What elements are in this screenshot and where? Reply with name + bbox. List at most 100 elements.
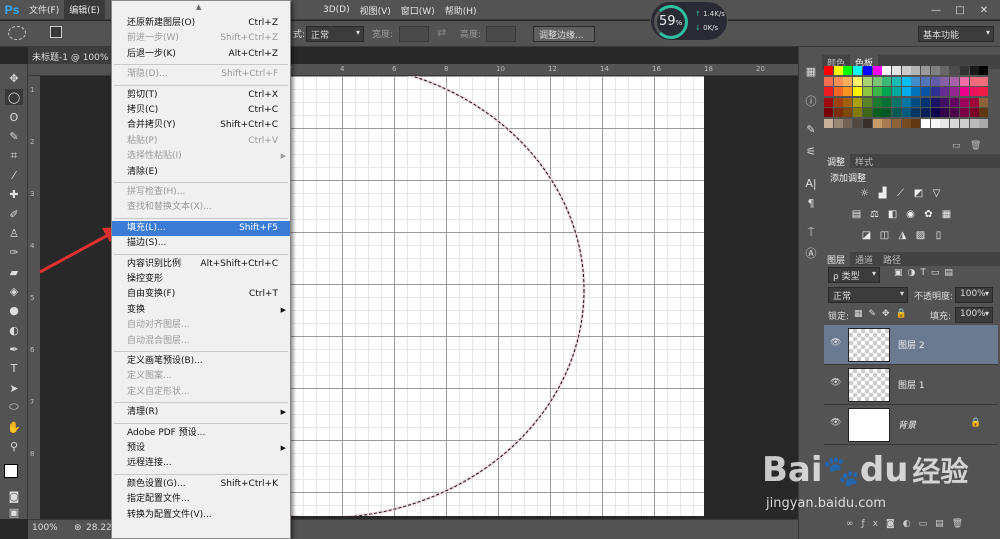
- swatch[interactable]: [862, 87, 872, 96]
- opacity-input[interactable]: 100%: [955, 287, 993, 303]
- swatch[interactable]: [921, 118, 930, 128]
- swatch[interactable]: [853, 87, 863, 96]
- tab-channels[interactable]: 通道: [850, 252, 878, 266]
- vibrance-icon[interactable]: ▽: [930, 188, 943, 199]
- swatch[interactable]: [824, 76, 833, 86]
- swatch[interactable]: [824, 66, 833, 75]
- status-info-icon[interactable]: ⊛: [74, 523, 82, 533]
- swatch-delete-icon[interactable]: 🗑: [970, 141, 981, 151]
- channel-mixer-icon[interactable]: ✿: [922, 209, 935, 220]
- menu-item[interactable]: 定义画笔预设(B)...: [112, 354, 290, 369]
- swatch[interactable]: [882, 97, 892, 107]
- history-brush-icon[interactable]: ✑: [5, 244, 23, 260]
- swatch[interactable]: [901, 87, 911, 96]
- swatch[interactable]: [911, 118, 921, 128]
- menu-3d[interactable]: 3D(D): [318, 0, 355, 20]
- menu-item[interactable]: 描边(S)...: [112, 236, 290, 251]
- swatch[interactable]: [901, 108, 911, 117]
- swatch[interactable]: [930, 108, 940, 117]
- screen-mode-icon[interactable]: ▣: [5, 504, 23, 520]
- swatch[interactable]: [979, 97, 989, 107]
- paint-bucket-icon[interactable]: ◈: [5, 283, 23, 299]
- swatch[interactable]: [950, 118, 960, 128]
- swatch[interactable]: [843, 76, 853, 86]
- scroll-up-icon[interactable]: ▲: [196, 3, 201, 11]
- eyedropper-icon[interactable]: ⁄: [5, 167, 23, 183]
- swatch[interactable]: [969, 66, 979, 75]
- swatch[interactable]: [921, 66, 930, 75]
- swatch[interactable]: [979, 76, 989, 86]
- swatch[interactable]: [862, 76, 872, 86]
- workspace-select[interactable]: 基本功能: [918, 26, 994, 42]
- menu-edit[interactable]: 编辑(E): [64, 0, 105, 20]
- menu-item[interactable]: 清除(E): [112, 165, 290, 180]
- maximize-button[interactable]: □: [948, 3, 972, 17]
- black-white-icon[interactable]: ◧: [886, 209, 899, 220]
- menu-item[interactable]: 指定配置文件...: [112, 492, 290, 507]
- levels-icon[interactable]: ▟: [876, 188, 889, 199]
- width-input[interactable]: [399, 26, 429, 42]
- tab-styles[interactable]: 样式: [850, 154, 878, 168]
- menu-item[interactable]: 自动混合图层...: [112, 334, 290, 349]
- brush-icon[interactable]: ✐: [5, 206, 23, 222]
- swatch[interactable]: [969, 97, 979, 107]
- zoom-level[interactable]: 100%: [32, 523, 58, 533]
- menu-item[interactable]: 渐隐(D)... Shift+Ctrl+F: [112, 67, 290, 82]
- elliptical-marquee-icon[interactable]: ◯: [5, 89, 23, 105]
- swatch[interactable]: [959, 76, 969, 86]
- close-button[interactable]: ✕: [972, 3, 996, 17]
- swatch[interactable]: [872, 108, 882, 117]
- posterize-icon[interactable]: ◫: [878, 230, 891, 241]
- quick-mask-icon[interactable]: ◙: [5, 488, 23, 504]
- swatch[interactable]: [930, 97, 940, 107]
- swatch[interactable]: [921, 76, 930, 86]
- height-input[interactable]: [486, 26, 516, 42]
- swatch[interactable]: [940, 97, 950, 107]
- swatch[interactable]: [950, 76, 960, 86]
- swatch[interactable]: [882, 66, 892, 75]
- swatch[interactable]: [862, 97, 872, 107]
- swatch[interactable]: [872, 66, 882, 75]
- menu-item[interactable]: Adobe PDF 预设...: [112, 426, 290, 441]
- swatch[interactable]: [891, 97, 901, 107]
- exposure-icon[interactable]: ◩: [912, 188, 925, 199]
- swatch[interactable]: [901, 118, 911, 128]
- swatch[interactable]: [843, 108, 853, 117]
- swatch[interactable]: [959, 118, 969, 128]
- swatch[interactable]: [843, 97, 853, 107]
- para-styles-icon[interactable]: Ⓐ: [803, 245, 819, 261]
- zoom-icon[interactable]: ⚲: [5, 438, 23, 454]
- type-tool-icon[interactable]: T: [5, 360, 23, 376]
- swatch[interactable]: [921, 87, 930, 96]
- brush-presets-icon[interactable]: ⚟: [803, 143, 819, 159]
- swatch[interactable]: [969, 76, 979, 86]
- swatch[interactable]: [833, 76, 843, 86]
- pen-icon[interactable]: ✒: [5, 341, 23, 357]
- swatch[interactable]: [979, 108, 989, 117]
- visibility-eye-icon[interactable]: 👁: [830, 338, 841, 348]
- invert-icon[interactable]: ◪: [860, 230, 873, 241]
- swatch[interactable]: [891, 108, 901, 117]
- layer-filter-select[interactable]: ρ 类型: [828, 267, 880, 283]
- swatch[interactable]: [930, 76, 940, 86]
- layer-row[interactable]: 👁 背景 🔒: [824, 405, 998, 445]
- swap-icon[interactable]: ⇄: [437, 26, 446, 39]
- swatch[interactable]: [911, 97, 921, 107]
- swatch[interactable]: [969, 108, 979, 117]
- swatch[interactable]: [930, 118, 940, 128]
- swatch[interactable]: [824, 97, 833, 107]
- swatch[interactable]: [921, 97, 930, 107]
- swatch[interactable]: [950, 66, 960, 75]
- swatch[interactable]: [921, 108, 930, 117]
- lock-icons[interactable]: ▦✎✥🔒: [854, 309, 913, 319]
- color-balance-icon[interactable]: ⚖: [868, 209, 881, 220]
- layer-name[interactable]: 图层 2: [898, 338, 925, 351]
- swatch[interactable]: [872, 118, 882, 128]
- history-panel-icon[interactable]: ▦: [803, 63, 819, 79]
- menu-item[interactable]: 后退一步(K) Alt+Ctrl+Z: [112, 47, 290, 62]
- swatch[interactable]: [833, 97, 843, 107]
- menu-item[interactable]: 自动对齐图层...: [112, 318, 290, 333]
- menu-item[interactable]: 转换为配置文件(V)...: [112, 508, 290, 523]
- menu-help[interactable]: 帮助(H): [440, 0, 482, 20]
- swatch[interactable]: [950, 87, 960, 96]
